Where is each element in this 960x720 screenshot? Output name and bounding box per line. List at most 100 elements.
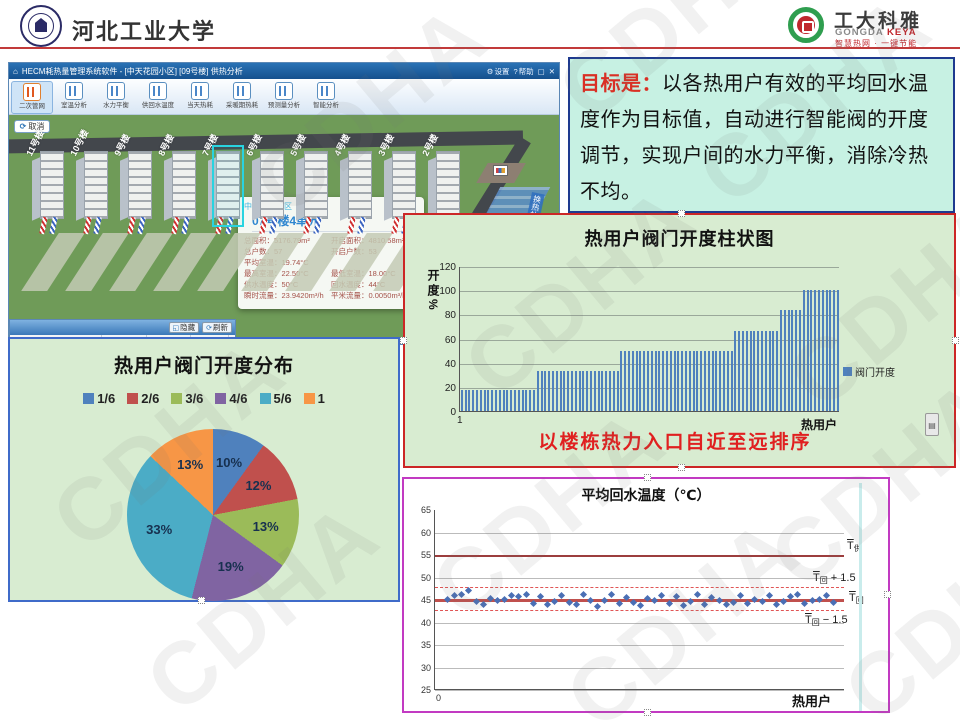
- bar: [795, 310, 797, 412]
- refresh-icon: ⟳: [20, 122, 27, 131]
- header-divider: [0, 47, 960, 49]
- scatter-point: [794, 591, 801, 598]
- toolbar-icon-glyph: [111, 86, 121, 96]
- gridline: [435, 533, 844, 534]
- bar: [541, 371, 543, 411]
- chart-side-button[interactable]: ▤: [925, 413, 939, 436]
- building-10号楼[interactable]: [76, 151, 116, 237]
- bar: [689, 351, 691, 411]
- bar: [769, 331, 771, 411]
- bar: [518, 390, 520, 411]
- gridline: [435, 668, 844, 669]
- building-6号楼[interactable]: [252, 151, 292, 237]
- valve-pie-chart-card: 热用户阀门开度分布 1/62/63/64/65/61 10%12%13%19%3…: [8, 337, 400, 602]
- close-button[interactable]: ✕: [549, 67, 555, 76]
- scatter-point: [658, 592, 665, 599]
- y-tick-label: 40: [432, 359, 456, 370]
- scatter-point: [558, 592, 565, 599]
- bar: [837, 290, 839, 411]
- resize-handle[interactable]: [952, 337, 959, 344]
- resize-handle[interactable]: [678, 464, 685, 471]
- refresh-button[interactable]: ⟳ 刷新: [202, 322, 232, 333]
- gridline: [460, 364, 839, 365]
- building-face: [304, 151, 328, 219]
- pie-legend-item: 4/6: [215, 391, 247, 406]
- bar: [651, 351, 653, 411]
- bar: [681, 351, 683, 411]
- bar: [818, 290, 820, 411]
- settings-button[interactable]: ⚙ 设置: [487, 66, 510, 77]
- help-label: 帮助: [519, 66, 534, 77]
- building-side: [120, 157, 128, 221]
- gridline: [460, 315, 839, 316]
- reference-line-label: T回 + 1.5: [813, 572, 856, 586]
- bar: [639, 351, 641, 411]
- refresh-icon: ⟳: [206, 324, 212, 332]
- building-8号楼[interactable]: [164, 151, 204, 237]
- resize-handle[interactable]: [198, 597, 205, 604]
- supply-pipe: [127, 217, 135, 235]
- bar: [465, 390, 467, 411]
- resize-handle[interactable]: [678, 210, 685, 217]
- scatter-point: [637, 602, 644, 609]
- building-5号楼[interactable]: [296, 151, 336, 237]
- bar: [734, 331, 736, 411]
- bar: [670, 351, 672, 411]
- pie-legend-item: 2/6: [127, 391, 159, 406]
- bar: [544, 371, 546, 411]
- settings-label: 设置: [494, 66, 509, 77]
- bar: [700, 351, 702, 411]
- hide-button[interactable]: ◱ 隐藏: [169, 322, 200, 333]
- building-11号楼[interactable]: [32, 151, 72, 237]
- bar: [624, 351, 626, 411]
- legend-swatch: [843, 367, 852, 376]
- pie-legend-swatch: [171, 393, 182, 404]
- building-face: [436, 151, 460, 219]
- toolbar-label: 当天热耗: [181, 100, 220, 109]
- app-title: HECM耗热量管理系统软件 - [中天花园小区] [09号楼] 供热分析: [22, 66, 483, 77]
- bar: [826, 290, 828, 411]
- return-pipe: [137, 217, 145, 235]
- company-latin-gray: GONGDA: [835, 27, 883, 38]
- bar: [503, 390, 505, 411]
- company-logo: [788, 7, 824, 43]
- company-latin-red: KEYA: [887, 27, 917, 38]
- help-button[interactable]: ? 帮助: [513, 66, 533, 77]
- bar: [632, 351, 634, 411]
- resize-handle[interactable]: [884, 591, 891, 598]
- bar: [510, 390, 512, 411]
- resize-handle[interactable]: [644, 474, 651, 481]
- bar: [780, 310, 782, 412]
- scatter-point: [458, 591, 465, 598]
- toolbar-button-供回水温度[interactable]: 供回水温度: [137, 81, 179, 114]
- toolbar-button-智能分析[interactable]: 智能分析: [305, 81, 347, 114]
- toolbar-button-室温分析[interactable]: 室温分析: [53, 81, 95, 114]
- company-latin-name: GONGDA KEYA: [835, 27, 917, 38]
- y-tick-label: 25: [411, 685, 431, 695]
- toolbar-icon-glyph: [195, 86, 205, 96]
- toolbar-button-水力平衡[interactable]: 水力平衡: [95, 81, 137, 114]
- bar-chart-plot: 020406080100120: [459, 267, 839, 412]
- bar: [594, 371, 596, 411]
- supply-pipe: [391, 217, 399, 235]
- return-pipe: [181, 217, 189, 235]
- minimize-button[interactable]: ▢: [538, 67, 545, 76]
- resize-handle[interactable]: [400, 337, 407, 344]
- bar: [674, 351, 676, 411]
- pie-legend-label: 3/6: [185, 391, 203, 406]
- building-4号楼[interactable]: [340, 151, 380, 237]
- bar: [696, 351, 698, 411]
- bar: [522, 390, 524, 411]
- bar: [655, 351, 657, 411]
- scatter-x-first-tick: 0: [436, 693, 441, 703]
- bar: [723, 351, 725, 411]
- toolbar-button-预测量分析[interactable]: 预测量分析: [263, 81, 305, 114]
- building-9号楼[interactable]: [120, 151, 160, 237]
- toolbar-button-当天热耗[interactable]: 当天热耗: [179, 81, 221, 114]
- toolbar-button-二次管网[interactable]: 二次管网: [11, 81, 53, 114]
- toolbar-icon-glyph: [237, 86, 247, 96]
- bar: [495, 390, 497, 411]
- resize-handle[interactable]: [644, 709, 651, 716]
- scatter-point: [751, 596, 758, 603]
- toolbar-button-采暖期热耗[interactable]: 采暖期热耗: [221, 81, 263, 114]
